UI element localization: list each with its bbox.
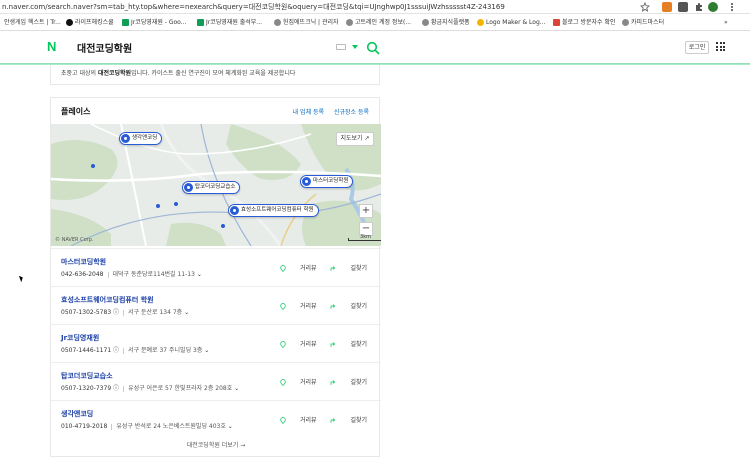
place-contact: 0507-1446-1171 ⓘ 서구 문예로 37 주니빌딩 3층 ⌄ [61, 347, 210, 354]
bookmark-2[interactable]: 라이프헤킹스쿨 [66, 14, 114, 30]
directions-icon [331, 380, 336, 385]
bookmarks-bar: 안생게임 헥스트 | Tr... 라이프헤킹스쿨 Jr코딩영재원 - Goo..… [0, 14, 750, 31]
map-marker[interactable]: 생각앤코딩 [119, 132, 163, 145]
directions-button[interactable]: 길찾기 [330, 263, 367, 272]
keyboard-icon[interactable] [336, 44, 346, 50]
directions-button[interactable]: 길찾기 [330, 377, 367, 386]
search-query-field[interactable]: 대전코딩학원 [77, 40, 132, 55]
place-name-link[interactable]: 효성소프트웨어코딩컴퓨터 학원 [61, 295, 154, 305]
row-actions: 거리뷰 길찾기 [268, 301, 367, 310]
dropdown-arrow-icon[interactable] [352, 45, 358, 49]
register-my-business-link[interactable]: 내 업체 등록 [293, 109, 324, 116]
bookmark-6[interactable]: 고트레인 계정 정보(... [346, 14, 411, 30]
row-actions: 거리뷰 길찾기 [268, 377, 367, 386]
bookmark-8[interactable]: Logo Maker & Log... [477, 14, 546, 30]
bookmark-3[interactable]: Jr코딩영재원 - Goo... [122, 14, 186, 30]
map-view-button[interactable]: 지도보기 ↗ [336, 132, 374, 146]
distance-view-button[interactable]: 거리뷰 [280, 415, 317, 424]
place-name-link[interactable]: Jr코딩영재원 [61, 333, 99, 343]
bookmarks-overflow[interactable]: » [724, 14, 728, 30]
list-item[interactable]: 효성소프트웨어코딩컴퓨터 학원 0507-1302-5783 ⓘ 서구 둔산로 1… [51, 286, 381, 324]
location-icon [280, 303, 286, 310]
place-name-link[interactable]: 탑코더코딩교습소 [61, 371, 113, 381]
directions-button[interactable]: 길찾기 [330, 339, 367, 348]
directions-button[interactable]: 길찾기 [330, 415, 367, 424]
location-icon [280, 265, 286, 272]
directions-icon [331, 266, 336, 271]
list-item[interactable]: 마스터코딩학원 042-636-2048 대덕구 동춘당로114번길 11-13 … [51, 248, 381, 286]
list-item[interactable]: 생각앤코딩 010-4719-2018 유성구 반석로 24 노은베스트원빌딩 4… [51, 400, 381, 438]
pin-icon [184, 183, 193, 192]
directions-icon [331, 418, 336, 423]
place-name-link[interactable]: 마스터코딩학원 [61, 257, 106, 267]
directions-icon [331, 304, 336, 309]
place-contact: 0507-1302-5783 ⓘ 서구 둔산로 134 7층 ⌄ [61, 309, 190, 316]
place-contact: 0507-1320-7379 ⓘ 유성구 어은로 57 한빛프라자 2층 208호… [61, 385, 240, 392]
map-dot [91, 164, 95, 168]
bookmark-10[interactable]: 카피드마스터 [622, 14, 664, 30]
mouse-cursor-icon [18, 274, 25, 283]
map-marker[interactable]: 탑코더코딩교습소 [182, 181, 241, 194]
bookmark-5[interactable]: 헌집에뜨크닉 | 관리자 [274, 14, 339, 30]
menu-dots-icon[interactable] [727, 2, 737, 12]
distance-view-button[interactable]: 거리뷰 [280, 263, 317, 272]
more-results-link[interactable]: 대전코딩학원 더보기 → [51, 440, 381, 449]
pin-icon [121, 134, 130, 143]
map-dot [221, 224, 225, 228]
intro-snippet: 초중고 대상의 대전코딩학원입니다. 카이스트 출신 연구진이 모여 체계화된 … [50, 65, 380, 85]
bookmark-9[interactable]: 블로그 방문자수 확인 [553, 14, 616, 30]
avatar[interactable] [708, 2, 718, 12]
place-title: 플레이스 [61, 107, 91, 116]
place-map[interactable]: 생각앤코딩 탑코더코딩교습소 마스터코딩학원 효성소프트웨어코딩컴퓨터 학원 지… [51, 124, 381, 246]
search-header: N 대전코딩학원 로그인 [0, 31, 750, 64]
distance-view-button[interactable]: 거리뷰 [280, 339, 317, 348]
map-marker[interactable]: 마스터코딩학원 [300, 175, 354, 188]
map-marker[interactable]: 효성소프트웨어코딩컴퓨터 학원 [228, 204, 319, 217]
bookmark-7[interactable]: 황금지식플랫폼 [422, 14, 470, 30]
search-icon [366, 41, 380, 55]
map-dot [174, 202, 178, 206]
list-item[interactable]: Jr코딩영재원 0507-1446-1171 ⓘ 서구 문예로 37 주니빌딩 3… [51, 324, 381, 362]
apps-grid-icon[interactable] [716, 42, 725, 51]
address-bar[interactable]: n.naver.com/search.naver?sm=tab_hty.top&… [0, 0, 750, 14]
bookmark-4[interactable]: Jr코딩영재원 출석부... [197, 14, 262, 30]
login-button[interactable]: 로그인 [685, 41, 709, 54]
distance-view-button[interactable]: 거리뷰 [280, 301, 317, 310]
list-item[interactable]: 탑코더코딩교습소 0507-1320-7379 ⓘ 유성구 어은로 57 한빛프라… [51, 362, 381, 400]
location-icon [280, 379, 286, 386]
pin-icon [230, 206, 239, 215]
register-new-place-link[interactable]: 신규장소 등록 [334, 109, 369, 116]
map-copyright: © NAVER Corp. [55, 237, 94, 243]
naver-logo[interactable]: N [47, 40, 61, 54]
place-contact: 010-4719-2018 유성구 반석로 24 노은베스트원빌딩 403호 ⌄ [61, 423, 233, 430]
bookmark-1[interactable]: 안생게임 헥스트 | Tr... [4, 14, 61, 30]
row-actions: 거리뷰 길찾기 [268, 339, 367, 348]
row-actions: 거리뷰 길찾기 [268, 415, 367, 424]
place-contact: 042-636-2048 대덕구 동춘당로114번길 11-13 ⌄ [61, 271, 202, 278]
distance-view-button[interactable]: 거리뷰 [280, 377, 317, 386]
directions-icon [331, 342, 336, 347]
directions-button[interactable]: 길찾기 [330, 301, 367, 310]
pin-icon [302, 177, 311, 186]
row-actions: 거리뷰 길찾기 [268, 263, 367, 272]
place-links: 내 업체 등록 신규장소 등록 [285, 107, 369, 116]
zoom-in-button[interactable]: + [359, 204, 373, 218]
search-button[interactable] [366, 40, 380, 55]
extension-icon-1[interactable] [662, 2, 672, 12]
place-section: 플레이스 내 업체 등록 신규장소 등록 생각앤코딩 탑코더코딩교습소 마스터코… [50, 97, 381, 457]
url-text[interactable]: n.naver.com/search.naver?sm=tab_hty.top&… [2, 3, 505, 11]
star-icon[interactable] [640, 1, 650, 12]
location-icon [280, 417, 286, 424]
puzzle-icon[interactable] [694, 2, 704, 12]
place-name-link[interactable]: 생각앤코딩 [61, 409, 93, 419]
map-scale: 3km [348, 234, 381, 241]
extension-icon-2[interactable] [678, 2, 688, 12]
location-icon [280, 341, 286, 348]
map-dot [156, 204, 160, 208]
